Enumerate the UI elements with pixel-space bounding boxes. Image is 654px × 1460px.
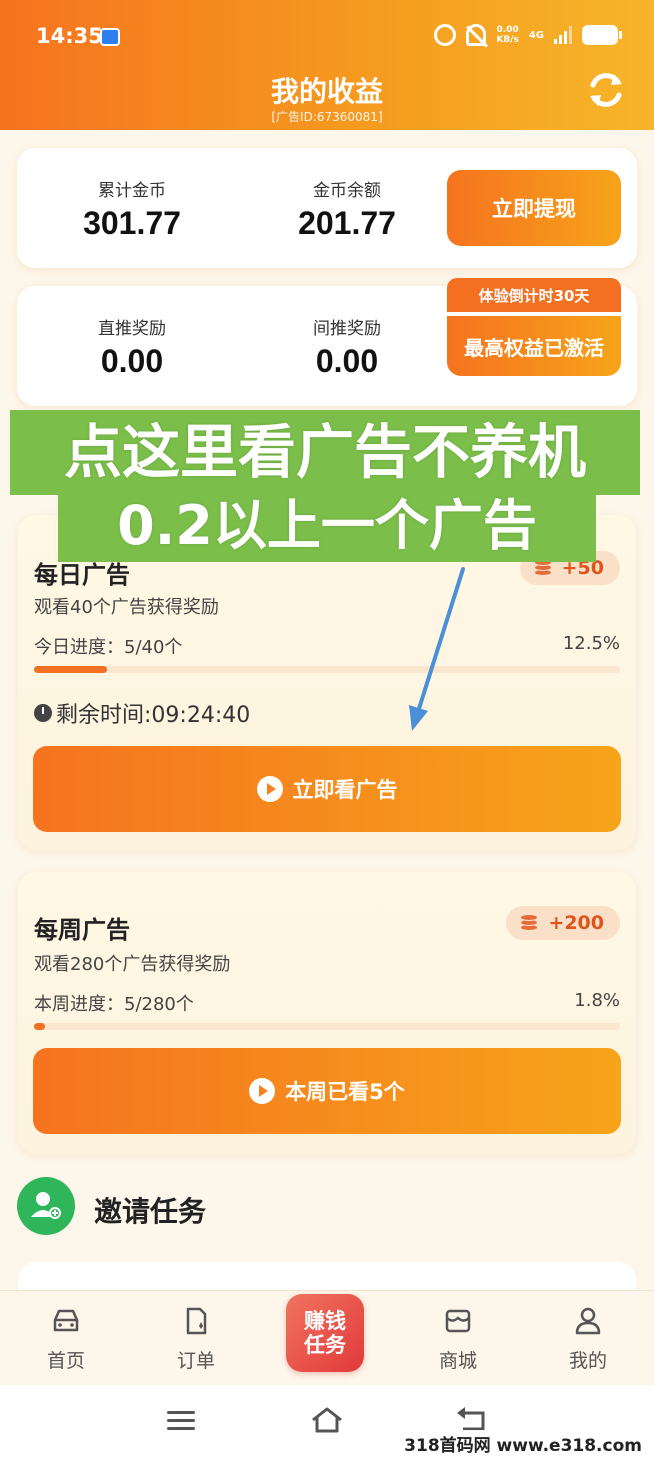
balance-card: 累计金币 301.77 金币余额 201.77 立即提现 bbox=[17, 148, 637, 268]
invite-user-icon bbox=[17, 1177, 75, 1235]
play-icon bbox=[249, 1078, 276, 1104]
net-speed-unit: KB/s bbox=[496, 35, 519, 45]
watch-ad-button[interactable]: 立即看广告 bbox=[33, 746, 621, 832]
weekly-watched-label: 本周已看5个 bbox=[285, 1080, 405, 1104]
daily-timer: 剩余时间:09:24:40 bbox=[34, 697, 250, 729]
page-title: 我的收益 bbox=[270, 75, 383, 108]
net-speed: 0.00 KB/s bbox=[496, 25, 518, 45]
weekly-task-description: 观看280个广告获得奖励 bbox=[34, 954, 231, 975]
tab-mall-label: 商城 bbox=[438, 1350, 477, 1372]
menu-icon[interactable] bbox=[166, 1409, 196, 1433]
network-type: 4G bbox=[528, 29, 544, 41]
withdraw-button[interactable]: 立即提现 bbox=[447, 170, 621, 246]
annotation-arrow bbox=[409, 567, 465, 731]
coin-balance: 金币余额 201.77 bbox=[257, 176, 437, 242]
status-icons: 0.00 KB/s 4G bbox=[434, 24, 622, 46]
daily-task-description: 观看40个广告获得奖励 bbox=[34, 597, 219, 618]
tab-earn-line2: 任务 bbox=[304, 1333, 346, 1357]
net-speed-value: 0.00 bbox=[496, 25, 519, 35]
total-coins-value: 301.77 bbox=[83, 205, 181, 241]
watch-ad-label: 立即看广告 bbox=[292, 778, 398, 802]
weekly-watched-button[interactable]: 本周已看5个 bbox=[33, 1048, 621, 1134]
daily-progress-label: 今日进度：5/40个 bbox=[34, 637, 183, 658]
promo-overlay-line2: 0.2以上一个广告 bbox=[58, 492, 596, 562]
weekly-reward-value: +200 bbox=[548, 912, 604, 934]
status-time: 14:35 bbox=[36, 24, 103, 48]
coin-balance-label: 金币余额 bbox=[313, 181, 381, 201]
tab-mine-label: 我的 bbox=[568, 1350, 607, 1372]
battery-icon bbox=[582, 25, 622, 45]
home-icon[interactable] bbox=[310, 1405, 344, 1435]
header: 14:35 0.00 KB/s 4G 我的收益 [广告ID:67360081] bbox=[0, 0, 654, 130]
daily-progress-bar bbox=[34, 666, 620, 673]
refresh-icon[interactable] bbox=[584, 68, 628, 112]
daily-progress-percent: 12.5% bbox=[562, 633, 620, 654]
direct-reward-value: 0.00 bbox=[100, 343, 164, 379]
coin-icon bbox=[518, 914, 540, 932]
tab-orders-label: 订单 bbox=[176, 1350, 215, 1372]
indirect-reward: 间推奖励 0.00 bbox=[257, 314, 437, 380]
weekly-progress-label: 本周进度：5/280个 bbox=[34, 994, 194, 1015]
weekly-task-title: 每周广告 bbox=[34, 916, 130, 944]
signal-icon bbox=[554, 26, 572, 44]
weekly-progress-fill bbox=[34, 1023, 45, 1030]
trial-countdown-badge: 体验倒计时30天 bbox=[447, 278, 621, 312]
invite-task-title: 邀请任务 bbox=[94, 1195, 207, 1228]
promo-overlay-line1: 点这里看广告不养机 bbox=[10, 410, 640, 495]
tab-earn-tasks[interactable]: 赚钱 任务 bbox=[286, 1294, 364, 1372]
weekly-task-card: 每周广告 +200 观看280个广告获得奖励 本周进度：5/280个 1.8% … bbox=[18, 872, 636, 1154]
coin-balance-value: 201.77 bbox=[298, 205, 396, 241]
tab-home[interactable]: 首页 bbox=[26, 1306, 106, 1373]
car-icon bbox=[53, 1309, 79, 1332]
daily-timer-text: 剩余时间:09:24:40 bbox=[56, 703, 251, 728]
watermark: 318首码网 www.e318.com bbox=[400, 1430, 646, 1457]
indirect-reward-label: 间推奖励 bbox=[313, 319, 381, 339]
daily-progress-fill bbox=[34, 666, 108, 673]
ad-id: [广告ID:67360081] bbox=[271, 110, 383, 124]
rights-activated-button[interactable]: 最高权益已激活 bbox=[447, 316, 621, 376]
status-bar: 14:35 0.00 KB/s 4G bbox=[0, 0, 654, 75]
tab-orders[interactable]: 订单 bbox=[156, 1306, 236, 1373]
clock-icon bbox=[34, 704, 52, 722]
app-notification-icon bbox=[100, 28, 120, 46]
store-icon bbox=[445, 1309, 471, 1333]
total-coins-label: 累计金币 bbox=[98, 181, 166, 201]
total-coins: 累计金币 301.77 bbox=[42, 176, 222, 242]
user-icon bbox=[575, 1307, 601, 1335]
play-icon bbox=[256, 776, 283, 802]
weekly-progress-bar bbox=[34, 1023, 620, 1030]
daily-task-card: 每日广告 +50 观看40个广告获得奖励 今日进度：5/40个 12.5% 剩余… bbox=[18, 515, 636, 850]
tab-mall[interactable]: 商城 bbox=[418, 1306, 498, 1373]
tab-mine[interactable]: 我的 bbox=[548, 1306, 628, 1373]
weekly-reward-badge: +200 bbox=[506, 906, 620, 940]
mute-icon bbox=[466, 24, 487, 46]
tab-home-label: 首页 bbox=[46, 1350, 85, 1372]
direct-reward-label: 直推奖励 bbox=[98, 319, 166, 339]
alarm-icon bbox=[434, 24, 457, 46]
weekly-progress-percent: 1.8% bbox=[574, 990, 620, 1011]
order-icon bbox=[186, 1307, 207, 1335]
indirect-reward-value: 0.00 bbox=[315, 343, 379, 379]
tab-earn-line1: 赚钱 bbox=[304, 1309, 346, 1333]
direct-reward: 直推奖励 0.00 bbox=[42, 314, 222, 380]
